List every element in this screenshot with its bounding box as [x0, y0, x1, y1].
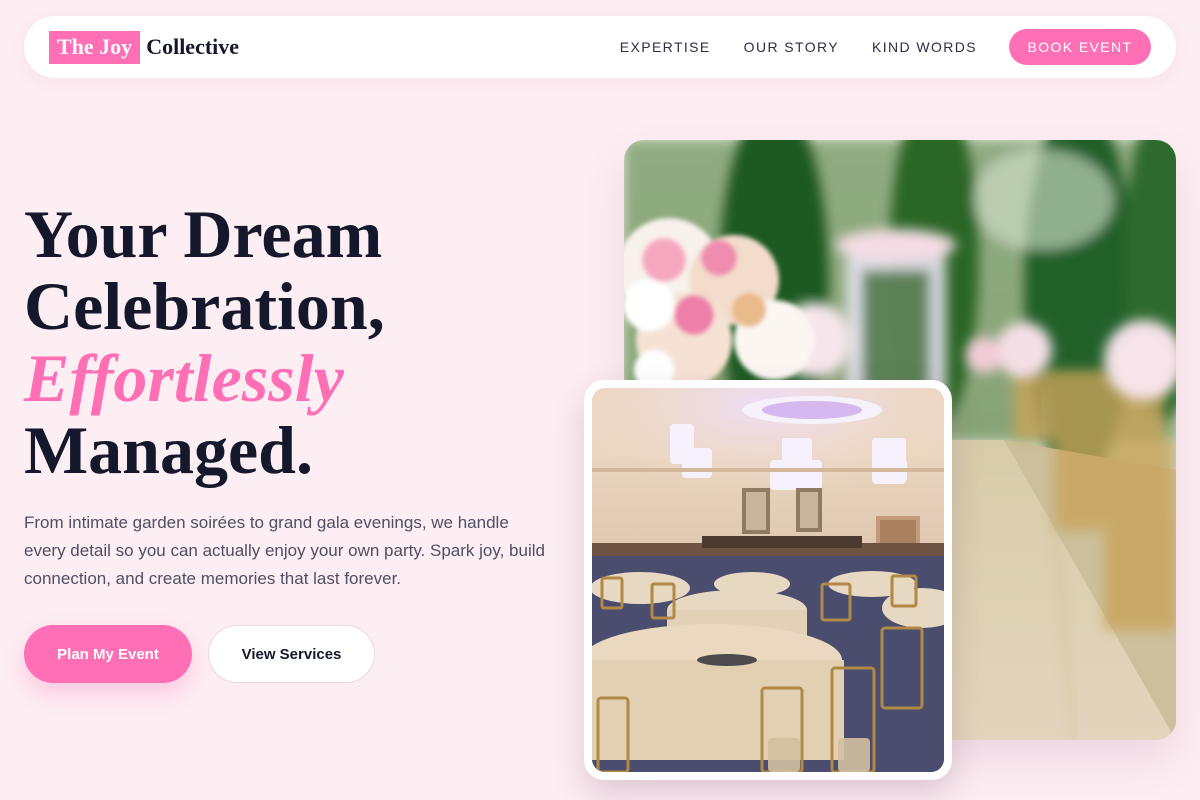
plan-my-event-button[interactable]: Plan My Event	[24, 625, 192, 683]
hero-title-accent: Effortlessly	[24, 340, 344, 416]
top-navbar: The Joy Collective EXPERTISE OUR STORY K…	[24, 16, 1176, 78]
ballroom-image-frame	[584, 380, 952, 780]
nav-link-our-story[interactable]: OUR STORY	[744, 39, 839, 55]
nav-links: EXPERTISE OUR STORY KIND WORDS BOOK EVEN…	[620, 29, 1151, 65]
brand-logo-mark: The Joy	[49, 30, 141, 64]
hero-title-line: Celebration,	[24, 268, 385, 344]
ballroom-image	[592, 388, 944, 772]
hero-title-line: Your Dream	[24, 196, 383, 272]
book-event-button[interactable]: BOOK EVENT	[1009, 29, 1151, 65]
brand-logo-text: Collective	[146, 34, 240, 59]
view-services-button[interactable]: View Services	[208, 625, 375, 683]
hero-title-line: Managed.	[24, 412, 313, 488]
brand-logo[interactable]: The Joy Collective	[49, 30, 240, 64]
hero-title: Your Dream Celebration, Effortlessly Man…	[24, 198, 584, 486]
hero-subtitle: From intimate garden soirées to grand ga…	[24, 513, 545, 588]
nav-link-kind-words[interactable]: KIND WORDS	[872, 39, 977, 55]
nav-link-expertise[interactable]: EXPERTISE	[620, 39, 711, 55]
